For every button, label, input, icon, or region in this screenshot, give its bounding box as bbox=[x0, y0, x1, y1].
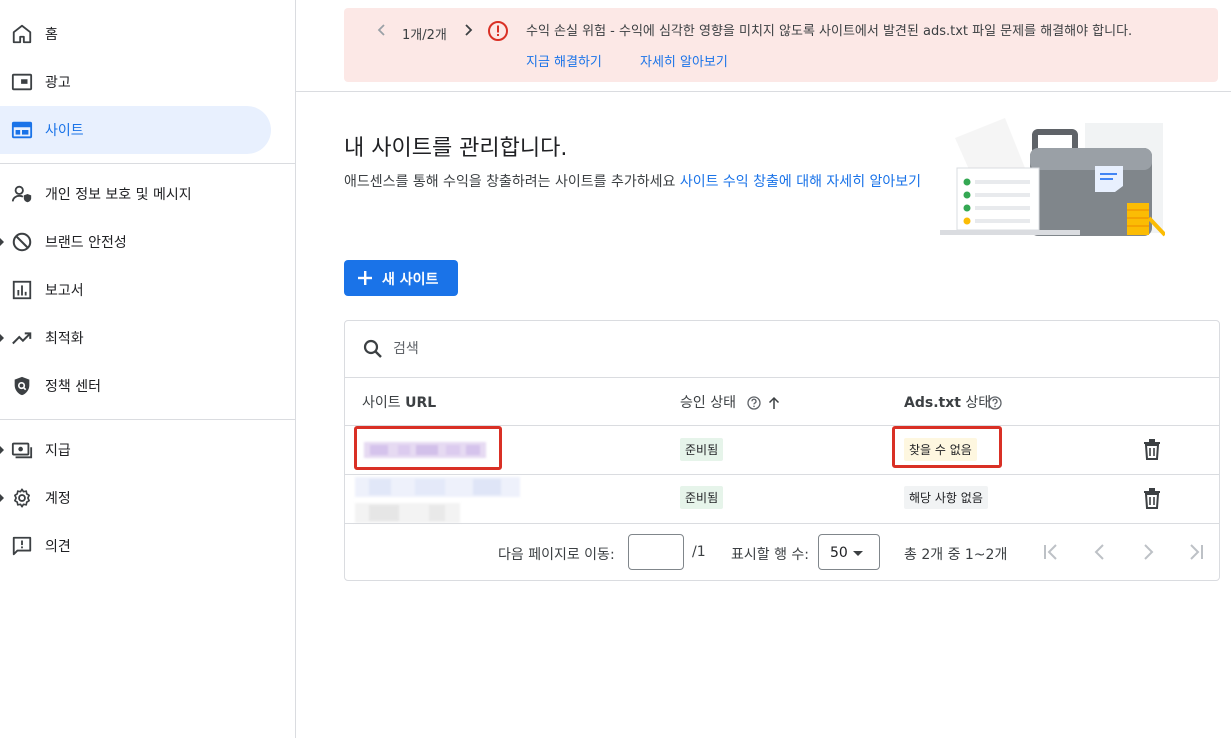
feedback-icon bbox=[10, 534, 34, 558]
sidebar-item-payments[interactable]: 지급 bbox=[0, 426, 271, 474]
error-icon bbox=[487, 20, 509, 42]
approval-status-badge: 준비됨 bbox=[680, 486, 724, 509]
ads-txt-status-badge: 해당 사항 없음 bbox=[904, 486, 988, 509]
sidebar-item-sites[interactable]: 사이트 bbox=[0, 106, 271, 154]
ad-unit-icon bbox=[10, 70, 34, 94]
bar-chart-icon bbox=[10, 278, 34, 302]
search-input[interactable] bbox=[393, 338, 693, 360]
banner-message: 수익 손실 위험 - 수익에 심각한 영향을 미치지 않도록 사이트에서 발견된… bbox=[526, 24, 1133, 39]
banner-page-indicator: 1개/2개 bbox=[402, 28, 447, 43]
sidebar-item-label: 개인 정보 보호 및 메시지 bbox=[45, 187, 192, 203]
ads-txt-alert-banner: 1개/2개 수익 손실 위험 - 수익에 심각한 영향을 미치지 않도록 사이트… bbox=[344, 8, 1218, 82]
column-header-label: 사이트 bbox=[362, 395, 401, 411]
column-header-label-bold: URL bbox=[405, 395, 437, 411]
sidebar: 홈 광고 사이트 개인 정보 보호 및 메시지 브랜드 안전성 보고서 최적화 … bbox=[0, 0, 296, 738]
sidebar-item-brand-safety[interactable]: 브랜드 안전성 bbox=[0, 218, 271, 266]
sites-illustration bbox=[935, 118, 1167, 238]
expand-arrow-icon bbox=[0, 238, 4, 246]
rows-per-page-value: 50 bbox=[830, 545, 848, 561]
new-site-label: 새 사이트 bbox=[382, 272, 439, 288]
sidebar-item-privacy[interactable]: 개인 정보 보호 및 메시지 bbox=[0, 170, 271, 218]
trending-up-icon bbox=[10, 326, 34, 350]
row-divider bbox=[345, 474, 1219, 475]
row-divider bbox=[345, 377, 1219, 378]
sort-arrow-up-icon[interactable] bbox=[767, 395, 781, 409]
site-url-redacted[interactable] bbox=[355, 477, 520, 523]
block-icon bbox=[10, 230, 34, 254]
delete-icon[interactable] bbox=[1142, 487, 1162, 509]
help-icon[interactable] bbox=[988, 395, 1002, 410]
home-icon bbox=[10, 22, 34, 46]
expand-arrow-icon bbox=[0, 334, 4, 342]
column-header-ads-txt[interactable]: Ads.txt 상태 bbox=[904, 392, 991, 412]
sidebar-item-ads[interactable]: 광고 bbox=[0, 58, 271, 106]
row-divider bbox=[345, 523, 1219, 524]
policy-icon bbox=[10, 374, 34, 398]
sidebar-item-label: 지급 bbox=[45, 443, 71, 459]
site-url-redacted[interactable] bbox=[364, 442, 486, 458]
approval-status-badge: 준비됨 bbox=[680, 438, 724, 461]
sidebar-item-label: 사이트 bbox=[45, 123, 84, 139]
previous-page-icon[interactable] bbox=[1088, 540, 1112, 564]
sidebar-item-label: 정책 센터 bbox=[45, 379, 101, 395]
sidebar-divider bbox=[0, 163, 295, 164]
expand-arrow-icon bbox=[0, 446, 4, 454]
new-site-button[interactable]: 새 사이트 bbox=[344, 260, 458, 296]
sidebar-item-feedback[interactable]: 의견 bbox=[0, 522, 271, 570]
sidebar-item-label: 브랜드 안전성 bbox=[45, 235, 127, 251]
column-header-site-url[interactable]: 사이트 URL bbox=[362, 392, 436, 412]
header-divider bbox=[296, 91, 1231, 92]
fix-now-link[interactable]: 지금 해결하기 bbox=[526, 51, 602, 70]
page-title: 내 사이트를 관리합니다. bbox=[344, 136, 568, 161]
sidebar-item-optimization[interactable]: 최적화 bbox=[0, 314, 271, 362]
sidebar-item-account[interactable]: 계정 bbox=[0, 474, 271, 522]
expand-arrow-icon bbox=[0, 494, 4, 502]
sidebar-item-label: 홈 bbox=[45, 27, 58, 43]
sidebar-item-label: 최적화 bbox=[45, 331, 84, 347]
monetize-learn-more-link[interactable]: 사이트 수익 창출에 대해 자세히 알아보기 bbox=[680, 174, 921, 190]
page-description: 애드센스를 통해 수익을 창출하려는 사이트를 추가하세요 사이트 수익 창출에… bbox=[344, 172, 929, 192]
first-page-icon[interactable] bbox=[1039, 540, 1063, 564]
sidebar-item-reports[interactable]: 보고서 bbox=[0, 266, 271, 314]
sidebar-item-policy-center[interactable]: 정책 센터 bbox=[0, 362, 271, 410]
payments-icon bbox=[10, 438, 34, 462]
range-label: 총 2개 중 1~2개 bbox=[904, 547, 1008, 563]
ads-txt-status-badge: 찾을 수 없음 bbox=[904, 438, 977, 461]
sidebar-item-home[interactable]: 홈 bbox=[0, 10, 271, 58]
sidebar-item-label: 광고 bbox=[45, 75, 71, 91]
next-page-icon[interactable] bbox=[1136, 540, 1160, 564]
chevron-right-icon[interactable] bbox=[460, 22, 476, 38]
sites-table: 사이트 URL 승인 상태 Ads.txt 상태 준비됨 찾 bbox=[344, 320, 1220, 581]
help-icon[interactable] bbox=[747, 395, 761, 410]
dropdown-caret-icon bbox=[853, 551, 863, 556]
sidebar-item-label: 의견 bbox=[45, 539, 71, 555]
rows-per-page-select[interactable]: 50 bbox=[818, 534, 880, 570]
gear-icon bbox=[10, 486, 34, 510]
goto-page-input[interactable] bbox=[628, 534, 684, 570]
web-icon bbox=[10, 118, 34, 142]
delete-icon[interactable] bbox=[1142, 438, 1162, 460]
sidebar-divider bbox=[0, 419, 295, 420]
last-page-icon[interactable] bbox=[1184, 540, 1208, 564]
person-shield-icon bbox=[10, 182, 34, 206]
rows-per-page-label: 표시할 행 수: bbox=[731, 547, 810, 563]
description-text: 애드센스를 통해 수익을 창출하려는 사이트를 추가하세요 bbox=[344, 174, 676, 190]
plus-icon bbox=[356, 269, 374, 287]
page-total: /1 bbox=[692, 544, 706, 560]
goto-page-label: 다음 페이지로 이동: bbox=[498, 547, 615, 563]
learn-more-link[interactable]: 자세히 알아보기 bbox=[640, 51, 728, 70]
chevron-left-icon[interactable] bbox=[374, 22, 390, 38]
column-header-label-bold: Ads.txt bbox=[904, 395, 961, 411]
column-header-label: 승인 상태 bbox=[680, 395, 736, 411]
search-icon bbox=[362, 338, 384, 360]
sidebar-item-label: 보고서 bbox=[45, 283, 84, 299]
sidebar-item-label: 계정 bbox=[45, 491, 71, 507]
column-header-approval[interactable]: 승인 상태 bbox=[680, 392, 736, 412]
